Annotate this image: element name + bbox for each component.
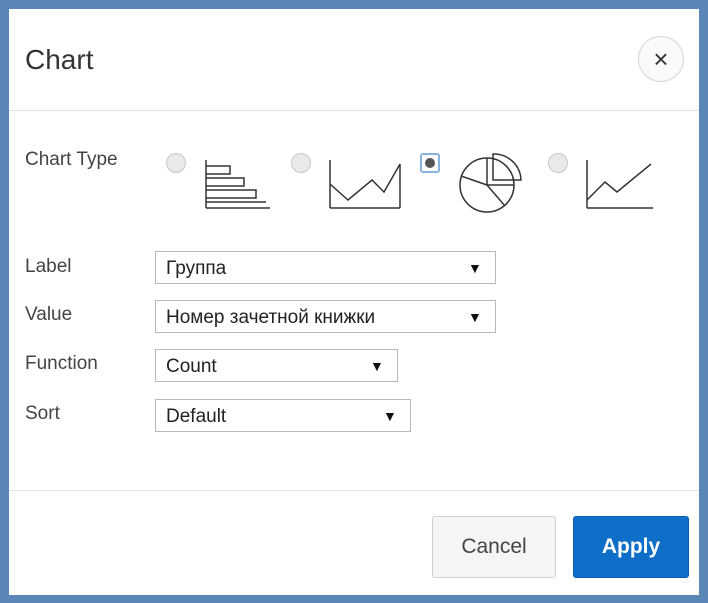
dialog-title: Chart <box>25 44 94 75</box>
chart-type-radio-bar[interactable] <box>166 153 186 173</box>
chevron-down-icon: ▼ <box>468 260 482 276</box>
chart-type-radio-area[interactable] <box>291 153 311 173</box>
chevron-down-icon: ▼ <box>468 309 482 325</box>
chart-type-radio-pie[interactable] <box>420 153 440 173</box>
radio-selected-dot <box>425 158 435 168</box>
value-select-value: Номер зачетной книжки <box>166 307 376 328</box>
sort-select-value: Default <box>166 406 227 427</box>
header-divider <box>9 110 699 111</box>
value-field-label: Value <box>25 304 73 325</box>
sort-field-label: Sort <box>25 403 60 424</box>
chart-type-label: Chart Type <box>25 149 118 170</box>
window-frame-left <box>0 0 9 603</box>
close-button[interactable]: × <box>638 36 684 82</box>
chart-dialog: Chart × Chart Type Label Группа ▼ Value … <box>0 0 708 603</box>
chevron-down-icon: ▼ <box>370 358 384 374</box>
window-frame-top <box>0 0 708 9</box>
label-select[interactable]: Группа ▼ <box>155 251 496 284</box>
pie-chart-icon[interactable] <box>455 150 525 216</box>
label-field-label: Label <box>25 256 72 277</box>
area-chart-icon[interactable] <box>328 158 402 210</box>
horizontal-bar-chart-icon[interactable] <box>204 158 272 210</box>
line-chart-icon[interactable] <box>585 158 655 210</box>
cancel-button[interactable]: Cancel <box>432 516 556 578</box>
function-select-value: Count <box>166 356 217 377</box>
chart-type-radio-line[interactable] <box>548 153 568 173</box>
value-select[interactable]: Номер зачетной книжки ▼ <box>155 300 496 333</box>
close-icon: × <box>653 44 669 74</box>
footer-divider <box>9 490 699 491</box>
apply-button[interactable]: Apply <box>573 516 689 578</box>
window-frame-right <box>699 0 708 603</box>
label-select-value: Группа <box>166 258 227 279</box>
function-select[interactable]: Count ▼ <box>155 349 398 382</box>
function-field-label: Function <box>25 353 98 374</box>
window-frame-bottom <box>0 595 708 603</box>
chevron-down-icon: ▼ <box>383 408 397 424</box>
sort-select[interactable]: Default ▼ <box>155 399 411 432</box>
